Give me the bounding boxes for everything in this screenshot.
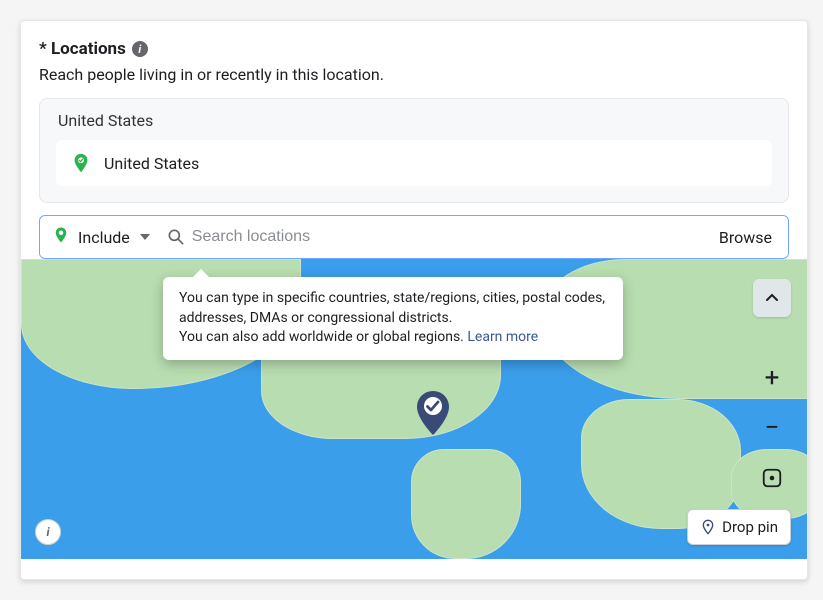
locate-button[interactable] xyxy=(753,459,791,497)
locations-panel: * Locations i Reach people living in or … xyxy=(20,20,808,580)
search-help-tooltip: You can type in specific countries, stat… xyxy=(163,277,623,360)
map-location-pin-icon[interactable] xyxy=(413,389,453,441)
selected-location-name: United States xyxy=(104,154,199,173)
tooltip-text-1: You can type in specific countries, stat… xyxy=(179,290,605,326)
zoom-out-button[interactable]: − xyxy=(753,409,791,447)
selected-locations-box: United States United States xyxy=(39,98,789,203)
section-title: * Locations xyxy=(39,39,126,59)
search-icon xyxy=(166,227,186,247)
section-subtitle: Reach people living in or recently in th… xyxy=(39,65,789,84)
include-label: Include xyxy=(78,228,130,247)
include-pin-icon xyxy=(52,226,70,248)
learn-more-link[interactable]: Learn more xyxy=(467,329,538,345)
browse-button[interactable]: Browse xyxy=(703,228,788,247)
map-container[interactable]: You can type in specific countries, stat… xyxy=(21,259,807,559)
zoom-in-button[interactable]: + xyxy=(753,359,791,397)
section-header: * Locations i xyxy=(39,39,789,59)
info-icon[interactable]: i xyxy=(132,41,148,57)
location-group-header: United States xyxy=(56,111,772,130)
world-map[interactable]: You can type in specific countries, stat… xyxy=(21,259,807,559)
pin-outline-icon xyxy=(700,519,716,535)
map-info-button[interactable]: i xyxy=(35,519,61,545)
drop-pin-label: Drop pin xyxy=(722,518,778,536)
chevron-down-icon xyxy=(140,234,150,240)
include-dropdown[interactable]: Include xyxy=(40,216,160,258)
drop-pin-button[interactable]: Drop pin xyxy=(687,509,791,545)
search-row: Include Browse xyxy=(39,215,789,259)
map-collapse-button[interactable] xyxy=(753,279,791,317)
selected-location-row[interactable]: United States xyxy=(56,140,772,186)
location-pin-icon xyxy=(70,152,92,174)
tooltip-text-2: You can also add worldwide or global reg… xyxy=(179,329,464,345)
location-search-input[interactable] xyxy=(192,216,703,258)
landmass xyxy=(411,449,521,559)
